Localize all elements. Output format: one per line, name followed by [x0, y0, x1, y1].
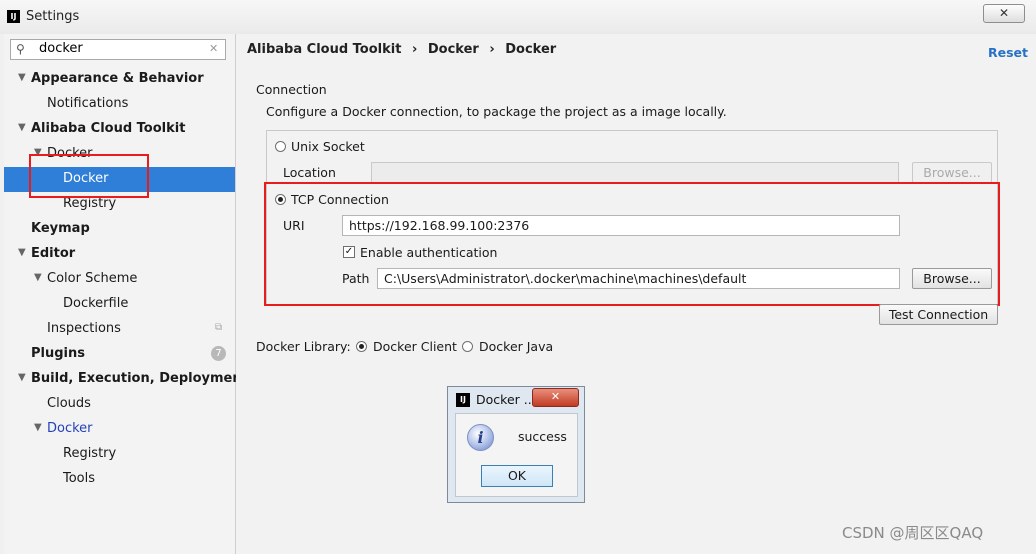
tree-item-plugins[interactable]: Plugins: [31, 341, 85, 366]
breadcrumb-separator: ›: [411, 42, 418, 57]
intellij-logo-icon: IJ: [456, 393, 470, 407]
info-icon: i: [467, 424, 494, 451]
breadcrumb-part: Alibaba Cloud Toolkit: [247, 42, 402, 57]
tree-item-alibaba-cloud-toolkit[interactable]: Alibaba Cloud Toolkit: [31, 116, 185, 141]
tree-item-editor[interactable]: Editor: [31, 241, 75, 266]
watermark: CSDN @周区区QAQ: [842, 524, 984, 542]
chevron-down-icon[interactable]: ▼: [34, 422, 42, 433]
tree-item-appearance-behavior[interactable]: Appearance & Behavior: [31, 66, 204, 91]
breadcrumb-part: Docker: [505, 42, 557, 57]
tree-item-keymap[interactable]: Keymap: [31, 216, 90, 241]
tree-item-build-execution-deployment[interactable]: Build, Execution, Deployment: [31, 366, 248, 391]
reset-link[interactable]: Reset: [988, 45, 1028, 60]
location-field[interactable]: [371, 162, 899, 183]
plugins-count-badge: 7: [211, 346, 226, 361]
docker-client-radio[interactable]: [356, 341, 367, 352]
tree-item-tools[interactable]: Tools: [63, 466, 95, 491]
docker-client-label: Docker Client: [373, 339, 457, 354]
tree-item-notifications[interactable]: Notifications: [47, 91, 128, 116]
breadcrumb-separator: ›: [489, 42, 495, 57]
dialog-message: success: [518, 429, 567, 444]
highlight-box-tcp-section: [264, 182, 1000, 306]
copy-settings-icon: ⧉: [215, 322, 223, 333]
chevron-down-icon[interactable]: ▼: [18, 372, 26, 383]
tree-item-clouds[interactable]: Clouds: [47, 391, 91, 416]
dialog-title: Docker ...: [476, 392, 536, 407]
breadcrumb: Alibaba Cloud Toolkit › Docker › Docker: [247, 42, 556, 57]
tree-item-registry-build[interactable]: Registry: [63, 441, 116, 466]
search-icon: ⚲: [16, 42, 25, 56]
connection-heading: Connection: [256, 82, 327, 97]
chevron-down-icon[interactable]: ▼: [18, 247, 26, 258]
chevron-down-icon[interactable]: ▼: [18, 72, 26, 83]
window-close-button[interactable]: ✕: [983, 4, 1025, 23]
breadcrumb-part: Docker: [427, 42, 479, 57]
tree-item-inspections[interactable]: Inspections: [47, 316, 121, 341]
docker-library-label: Docker Library:: [256, 339, 351, 354]
chevron-down-icon[interactable]: ▼: [18, 122, 26, 133]
ok-button[interactable]: OK: [481, 465, 553, 487]
dialog-close-button[interactable]: ✕: [532, 388, 579, 407]
clear-search-icon[interactable]: ✕: [209, 42, 218, 55]
search-input-value[interactable]: docker: [39, 41, 83, 56]
docker-java-label: Docker Java: [479, 339, 554, 354]
intellij-logo-icon: IJ: [7, 10, 20, 23]
title-bar: [0, 0, 1036, 34]
location-browse-button[interactable]: Browse...: [912, 162, 992, 183]
connection-description: Configure a Docker connection, to packag…: [266, 104, 727, 119]
docker-java-radio[interactable]: [462, 341, 473, 352]
highlight-box-docker-item: [29, 154, 149, 198]
tree-item-dockerfile[interactable]: Dockerfile: [63, 291, 128, 316]
window-title: Settings: [26, 9, 80, 24]
test-connection-button[interactable]: Test Connection: [879, 304, 998, 325]
location-label: Location: [283, 165, 336, 180]
tree-item-color-scheme[interactable]: Color Scheme: [47, 266, 137, 291]
unix-socket-label: Unix Socket: [291, 139, 365, 154]
chevron-down-icon[interactable]: ▼: [34, 272, 42, 283]
tree-item-docker-build[interactable]: Docker: [47, 416, 93, 441]
unix-socket-radio[interactable]: [275, 141, 286, 152]
